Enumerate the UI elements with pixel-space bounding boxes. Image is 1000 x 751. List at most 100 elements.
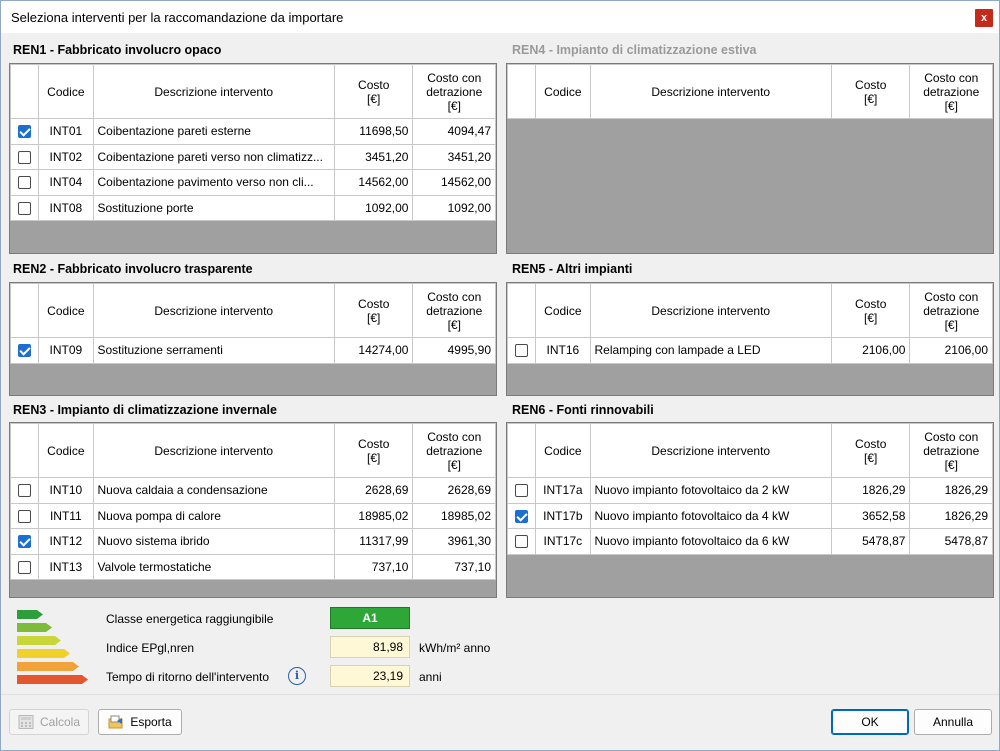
- header-description[interactable]: Descrizione intervento: [92, 423, 335, 478]
- header-cost[interactable]: Costo [€]: [830, 64, 911, 119]
- row-checkbox[interactable]: [18, 484, 32, 498]
- header-cost-text: [€]: [864, 91, 878, 106]
- header-cost-deduction-text: [€]: [944, 457, 958, 472]
- cell-cost-deduction: 18985,02: [412, 502, 496, 529]
- energy-bar: [17, 649, 70, 658]
- cell-description: Nuovo impianto fotovoltaico da 2 kW: [589, 477, 832, 504]
- cell-cost-deduction: 4995,90: [412, 337, 496, 364]
- epgl-unit: kWh/m² anno: [419, 641, 491, 655]
- header-cost[interactable]: Costo [€]: [830, 283, 911, 338]
- header-cost[interactable]: Costo [€]: [830, 423, 911, 478]
- cell-cost-deduction: 3451,20: [412, 143, 496, 170]
- row-checkbox[interactable]: [18, 560, 32, 574]
- header-code[interactable]: Codice: [535, 64, 591, 119]
- header-cost-deduction[interactable]: Costo con detrazione [€]: [909, 283, 993, 338]
- cell-code: INT16: [535, 337, 591, 364]
- table-row[interactable]: INT09 Sostituzione serramenti 14274,00 4995…: [9, 337, 496, 364]
- row-checkbox-cell: [9, 477, 40, 504]
- header-cost-deduction[interactable]: Costo con detrazione [€]: [909, 423, 993, 478]
- energy-bar: [17, 610, 43, 619]
- table-row[interactable]: INT11 Nuova pompa di calore 18985,02 18985,…: [9, 502, 496, 529]
- table-row[interactable]: INT17a Nuovo impianto fotovoltaico da 2 k…: [506, 477, 993, 504]
- cell-description: Nuovo impianto fotovoltaico da 4 kW: [589, 502, 832, 529]
- cell-description: Sostituzione serramenti: [92, 337, 335, 364]
- header-cost-deduction[interactable]: Costo con detrazione [€]: [412, 423, 496, 478]
- ren3-table: Codice Descrizione intervento Costo [€] Cost…: [9, 423, 496, 580]
- header-code-text: Codice: [47, 443, 85, 458]
- table-row[interactable]: INT02 Coibentazione pareti verso non clim…: [9, 143, 496, 170]
- cell-description: Sostituzione porte: [92, 194, 335, 221]
- header-description[interactable]: Descrizione intervento: [589, 423, 832, 478]
- table-row[interactable]: INT01 Coibentazione pareti esterne 11698,5…: [9, 118, 496, 145]
- header-cost[interactable]: Costo [€]: [333, 423, 414, 478]
- header-description[interactable]: Descrizione intervento: [589, 64, 832, 119]
- row-checkbox[interactable]: [18, 125, 32, 139]
- header-row: Codice Descrizione intervento Costo [€] Cost…: [506, 64, 993, 119]
- header-cost-deduction-text: detrazione: [426, 84, 483, 99]
- header-code[interactable]: Codice: [38, 283, 94, 338]
- row-checkbox[interactable]: [18, 176, 32, 190]
- calcola-label: Calcola: [39, 715, 81, 729]
- header-cost-deduction[interactable]: Costo con detrazione [€]: [909, 64, 993, 119]
- header-cost-text: [€]: [367, 91, 381, 106]
- window-title: Seleziona interventi per la raccomandazi…: [11, 9, 344, 25]
- row-checkbox[interactable]: [515, 344, 529, 358]
- header-description[interactable]: Descrizione intervento: [589, 283, 832, 338]
- esporta-button[interactable]: Esporta: [98, 709, 182, 735]
- cell-cost-deduction: 2628,69: [412, 477, 496, 504]
- ren4-table: Codice Descrizione intervento Costo [€] Cost…: [506, 64, 993, 119]
- row-checkbox[interactable]: [18, 150, 32, 164]
- annulla-button[interactable]: Annulla: [914, 709, 992, 735]
- info-icon[interactable]: i: [288, 667, 306, 685]
- table-row[interactable]: INT10 Nuova caldaia a condensazione 2628,6…: [9, 477, 496, 504]
- payback-unit: anni: [419, 670, 442, 684]
- table-row[interactable]: INT12 Nuovo sistema ibrido 11317,99 3961,30: [9, 528, 496, 555]
- cell-code: INT13: [38, 553, 94, 580]
- row-checkbox[interactable]: [18, 509, 32, 523]
- header-code[interactable]: Codice: [535, 283, 591, 338]
- calcola-button[interactable]: Calcola: [9, 709, 89, 735]
- header-description[interactable]: Descrizione intervento: [92, 64, 335, 119]
- title-bar: Seleziona interventi per la raccomandazi…: [1, 1, 999, 33]
- table-row[interactable]: INT17b Nuovo impianto fotovoltaico da 4 k…: [506, 502, 993, 529]
- row-checkbox[interactable]: [515, 484, 529, 498]
- header-cost-deduction[interactable]: Costo con detrazione [€]: [412, 283, 496, 338]
- header-cost[interactable]: Costo [€]: [333, 64, 414, 119]
- header-cost-text: Costo: [358, 77, 390, 92]
- table-row[interactable]: INT04 Coibentazione pavimento verso non c…: [9, 169, 496, 196]
- header-code[interactable]: Codice: [535, 423, 591, 478]
- cell-cost-deduction: 14562,00: [412, 169, 496, 196]
- energy-bar: [17, 636, 61, 645]
- table-row[interactable]: INT08 Sostituzione porte 1092,00 1092,00: [9, 194, 496, 221]
- row-checkbox[interactable]: [515, 509, 529, 523]
- row-checkbox[interactable]: [515, 535, 529, 549]
- row-checkbox-cell: [506, 528, 537, 555]
- ren3-grid: Codice Descrizione intervento Costo [€] Cost…: [9, 422, 497, 598]
- header-row: Codice Descrizione intervento Costo [€] Cost…: [506, 423, 993, 478]
- row-checkbox-cell: [9, 337, 40, 364]
- table-row[interactable]: INT13 Valvole termostatiche 737,10 737,10: [9, 553, 496, 580]
- ok-label: OK: [861, 715, 879, 729]
- ok-button[interactable]: OK: [831, 709, 909, 735]
- class-value-badge: A1: [330, 607, 410, 629]
- header-description[interactable]: Descrizione intervento: [92, 283, 335, 338]
- row-checkbox-cell: [506, 337, 537, 364]
- header-cost-deduction-text: [€]: [447, 98, 461, 113]
- row-checkbox[interactable]: [18, 201, 32, 215]
- energy-bar: [17, 623, 52, 632]
- cell-code: INT11: [38, 502, 94, 529]
- header-code[interactable]: Codice: [38, 423, 94, 478]
- row-checkbox[interactable]: [18, 344, 32, 358]
- header-cost[interactable]: Costo [€]: [333, 283, 414, 338]
- row-checkbox[interactable]: [18, 535, 32, 549]
- header-cost-text: Costo: [358, 436, 390, 451]
- header-description-text: Descrizione intervento: [154, 303, 274, 318]
- table-row[interactable]: INT16 Relamping con lampade a LED 2106,00 2…: [506, 337, 993, 364]
- header-code[interactable]: Codice: [38, 64, 94, 119]
- header-description-text: Descrizione intervento: [651, 84, 771, 99]
- close-button[interactable]: x: [975, 9, 993, 27]
- epgl-value: 81,98: [330, 636, 410, 658]
- table-row[interactable]: INT17c Nuovo impianto fotovoltaico da 6 k…: [506, 528, 993, 555]
- cell-cost: 3451,20: [333, 143, 414, 170]
- header-cost-deduction[interactable]: Costo con detrazione [€]: [412, 64, 496, 119]
